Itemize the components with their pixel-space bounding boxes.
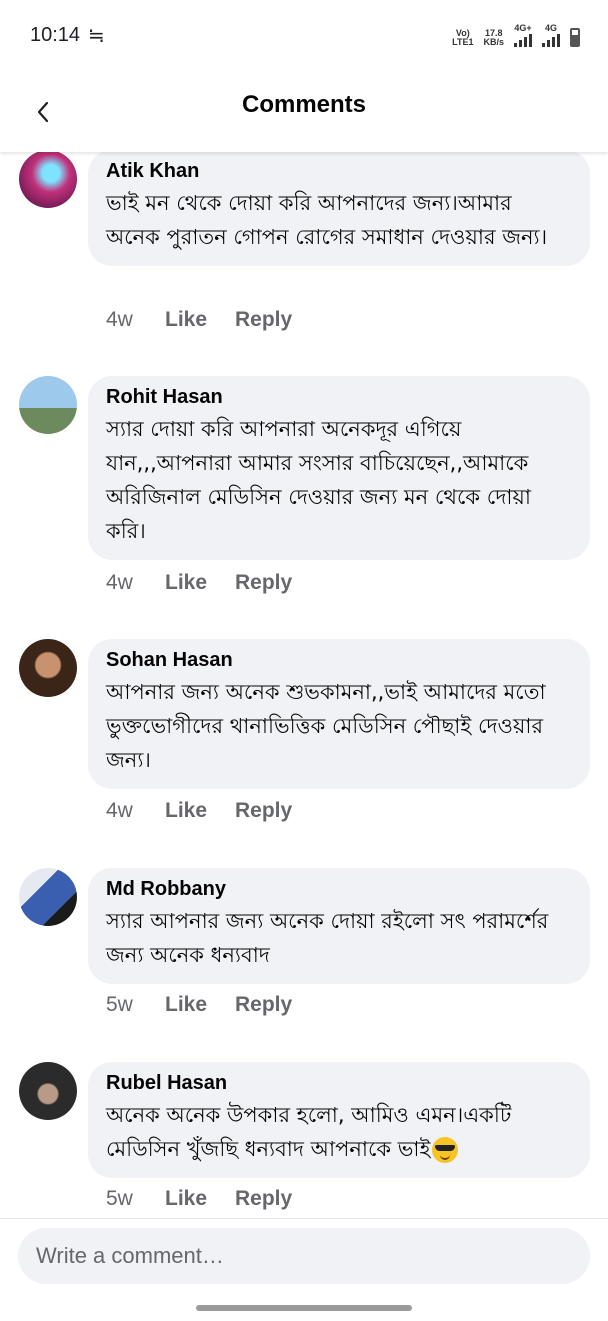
- volte-indicator: Vo) LTE1: [452, 28, 474, 47]
- reply-button[interactable]: Reply: [235, 993, 292, 1017]
- comment-composer: [0, 1218, 608, 1321]
- comment-text: অনেক অনেক উপকার হলো, আমিও এমন।একটি মেডিস…: [106, 1103, 512, 1163]
- comment-time: 4w: [106, 308, 133, 331]
- comment-bubble: Atik Khan ভাই মন থেকে দোয়া করি আপনাদের …: [88, 150, 590, 266]
- comment-actions: 4w Like Reply: [106, 799, 292, 823]
- comment-text: স্যার দোয়া করি আপনারা অনেকদূর এগিয়ে যা…: [106, 417, 531, 543]
- like-button[interactable]: Like: [165, 993, 235, 1017]
- battery-icon: [570, 28, 580, 47]
- smiling-face-with-sunglasses-icon: [432, 1137, 459, 1163]
- comment-bubble: Md Robbany স্যার আপনার জন্য অনেক দোয়া র…: [88, 868, 590, 984]
- comment-time: 4w: [106, 799, 133, 822]
- signal-2: 4G: [542, 24, 560, 47]
- comment-time: 5w: [106, 993, 133, 1016]
- avatar[interactable]: [19, 150, 77, 208]
- status-time: 10:14: [30, 24, 81, 46]
- notification-icon: ≒: [88, 23, 105, 47]
- reply-button[interactable]: Reply: [235, 308, 292, 332]
- comment-text: স্যার আপনার জন্য অনেক দোয়া রইলো সৎ পরাম…: [106, 909, 549, 967]
- comment-text: ভাই মন থেকে দোয়া করি আপনাদের জন্য।আমার …: [106, 191, 548, 249]
- signal-bars-icon: [542, 33, 560, 47]
- avatar[interactable]: [19, 376, 77, 434]
- comment-author[interactable]: Rubel Hasan: [106, 1068, 572, 1098]
- reply-button[interactable]: Reply: [235, 1187, 292, 1211]
- header: Comments: [0, 76, 608, 152]
- comment-time: 5w: [106, 1187, 133, 1210]
- status-bar: 10:14 ≒ Vo) LTE1 17.8 KB/s 4G+ 4G: [0, 0, 608, 76]
- like-button[interactable]: Like: [165, 1187, 235, 1211]
- avatar[interactable]: [19, 1062, 77, 1120]
- comment-list[interactable]: Atik Khan ভাই মন থেকে দোয়া করি আপনাদের …: [0, 150, 608, 1218]
- comment-text: আপনার জন্য অনেক শুভকামনা,,ভাই আমাদের মতো…: [106, 680, 546, 772]
- comment-author[interactable]: Rohit Hasan: [106, 382, 572, 412]
- comment-author[interactable]: Md Robbany: [106, 874, 572, 904]
- signal-1: 4G+: [514, 24, 532, 47]
- avatar[interactable]: [19, 868, 77, 926]
- signal-bars-icon: [514, 33, 532, 47]
- home-indicator[interactable]: [196, 1305, 412, 1311]
- status-indicators: Vo) LTE1 17.8 KB/s 4G+ 4G: [452, 24, 580, 47]
- like-button[interactable]: Like: [165, 308, 235, 332]
- comment-input[interactable]: [18, 1228, 590, 1284]
- network-speed: 17.8 KB/s: [483, 28, 504, 47]
- comment-author[interactable]: Sohan Hasan: [106, 645, 572, 675]
- comment-actions: 4w Like Reply: [106, 308, 292, 332]
- comment-actions: 5w Like Reply: [106, 993, 292, 1017]
- reply-button[interactable]: Reply: [235, 571, 292, 595]
- avatar[interactable]: [19, 639, 77, 697]
- comment-time: 4w: [106, 571, 133, 594]
- comment-actions: 4w Like Reply: [106, 571, 292, 595]
- page-title: Comments: [241, 91, 367, 118]
- comment-author[interactable]: Atik Khan: [106, 156, 572, 186]
- comment-bubble: Sohan Hasan আপনার জন্য অনেক শুভকামনা,,ভা…: [88, 639, 590, 789]
- comment-actions: 5w Like Reply: [106, 1187, 292, 1211]
- comment-bubble: Rohit Hasan স্যার দোয়া করি আপনারা অনেকদ…: [88, 376, 590, 560]
- reply-button[interactable]: Reply: [235, 799, 292, 823]
- like-button[interactable]: Like: [165, 571, 235, 595]
- like-button[interactable]: Like: [165, 799, 235, 823]
- comment-bubble: Rubel Hasan অনেক অনেক উপকার হলো, আমিও এম…: [88, 1062, 590, 1178]
